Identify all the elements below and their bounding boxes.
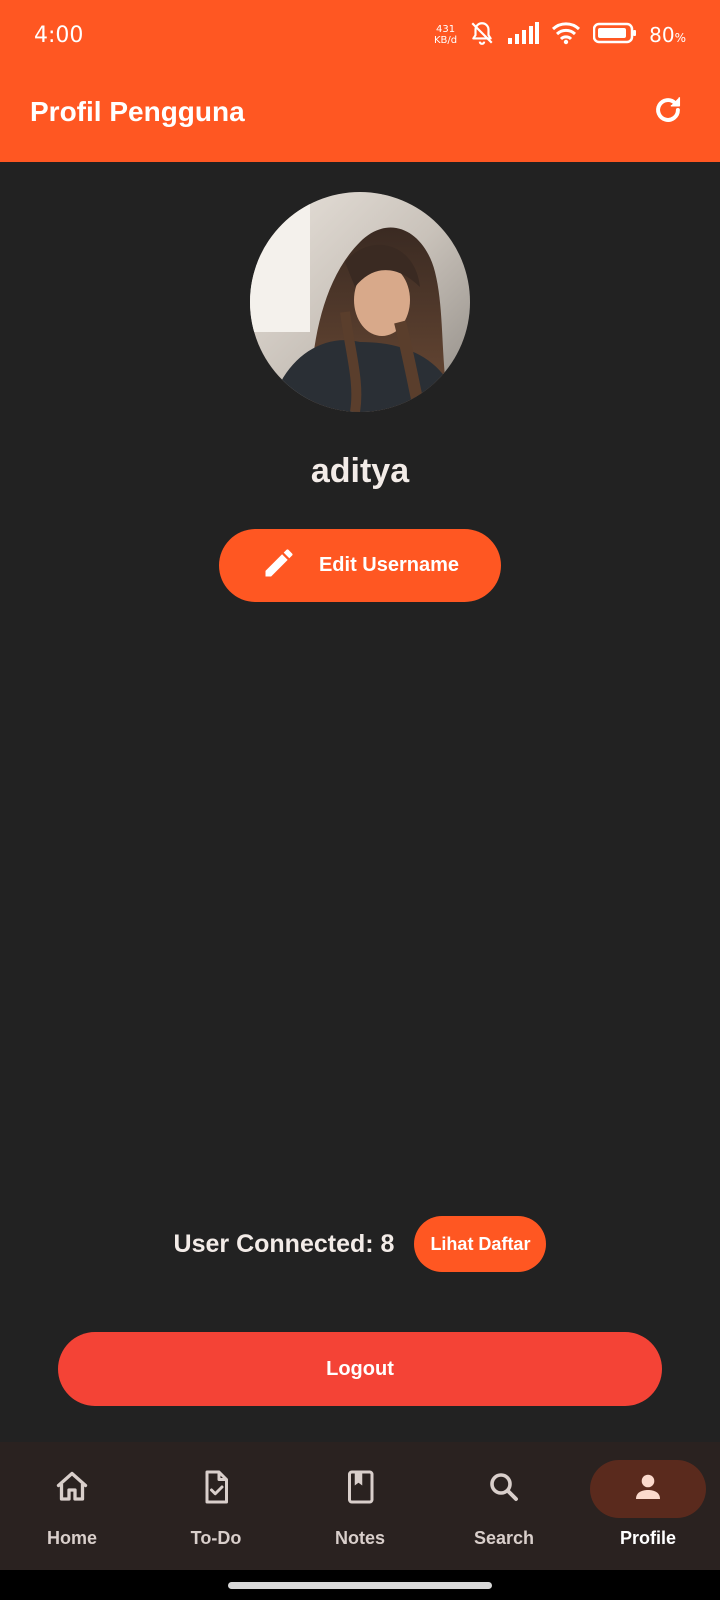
nav-label-profile: Profile [619, 1528, 676, 1548]
app-bar: 4:00 431 KB/d 80% Profil Pengguna [0, 0, 720, 162]
bell-off-icon [469, 20, 495, 51]
nav-item-profile[interactable]: Profile [576, 1442, 720, 1570]
todo-icon [198, 1469, 234, 1510]
notes-icon [342, 1469, 378, 1510]
nav-label-notes: Notes [334, 1528, 385, 1548]
logout-button[interactable]: Logout [58, 1332, 662, 1406]
status-bar: 4:00 431 KB/d 80% [0, 0, 720, 70]
view-list-button[interactable]: Lihat Daftar [414, 1216, 547, 1272]
nav-label-home: Home [46, 1528, 97, 1548]
nav-item-home[interactable]: Home [0, 1442, 144, 1570]
nav-item-notes[interactable]: Notes [288, 1442, 432, 1570]
title-row: Profil Pengguna [30, 88, 690, 136]
nav-label-search: Search [473, 1528, 535, 1548]
network-speed-value: 431 [436, 24, 456, 35]
refresh-button[interactable] [646, 90, 690, 134]
home-indicator[interactable] [228, 1582, 492, 1589]
nav-active-indicator [590, 1460, 706, 1518]
edit-username-label: Edit Username [318, 554, 460, 576]
page-title: Profil Pengguna [30, 96, 245, 127]
nav-item-search[interactable]: Search [432, 1442, 576, 1570]
avatar [250, 192, 470, 412]
battery-percent-value: 80 [649, 23, 675, 47]
signal-icon [507, 21, 540, 49]
username: aditya [310, 452, 410, 490]
user-connected-count: User Connected: 8 [173, 1229, 395, 1258]
refresh-icon [651, 93, 685, 132]
bottom-navigation: Home To-Do Notes Search Profile [0, 1442, 720, 1570]
connections-row: User Connected: 8 Lihat Daftar [0, 1216, 720, 1272]
battery-percent: 80% [649, 23, 686, 47]
nav-label-todo: To-Do [190, 1528, 242, 1548]
wifi-icon [551, 21, 581, 50]
network-speed: 431 KB/d [434, 24, 457, 46]
person-icon [630, 1469, 666, 1510]
status-icons: 431 KB/d 80% [434, 18, 686, 52]
nav-item-todo[interactable]: To-Do [144, 1442, 288, 1570]
search-icon [486, 1469, 522, 1510]
pencil-icon [261, 545, 297, 586]
edit-username-button[interactable]: Edit Username [219, 529, 501, 602]
status-time: 4:00 [34, 22, 84, 48]
network-speed-unit: KB/d [434, 35, 458, 46]
battery-percent-unit: % [674, 31, 686, 45]
profile-photo [250, 192, 470, 412]
home-icon [54, 1469, 90, 1510]
battery-icon [592, 22, 637, 49]
